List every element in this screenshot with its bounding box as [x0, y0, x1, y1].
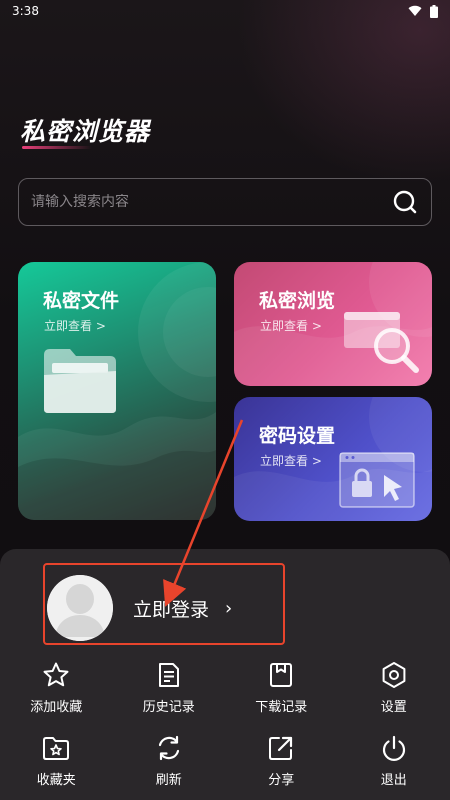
menu-item-label: 刷新: [155, 773, 182, 788]
menu-item-add-favorite[interactable]: 添加收藏: [0, 660, 113, 715]
search-input[interactable]: [31, 194, 391, 210]
download-icon: [266, 660, 296, 690]
title-underline: [22, 146, 92, 149]
refresh-icon: [154, 733, 184, 763]
menu-item-label: 历史记录: [142, 700, 195, 715]
browse-card-link[interactable]: 立即查看 >: [260, 317, 322, 334]
favorites-folder-icon: [41, 733, 71, 763]
private-browse-card[interactable]: 私密浏览 立即查看 >: [234, 262, 432, 386]
share-icon: [266, 733, 296, 763]
menu-grid: 添加收藏 历史记录 下载记录 设置 收藏夹 刷新 分享 退出: [0, 660, 450, 788]
folder-icon: [44, 349, 116, 413]
magnifier-browser-icon: [344, 312, 419, 373]
history-icon: [154, 660, 184, 690]
status-bar: 3:38: [0, 0, 450, 22]
menu-item-exit[interactable]: 退出: [338, 733, 450, 788]
search-bar[interactable]: [18, 178, 432, 226]
menu-item-label: 分享: [268, 773, 295, 788]
menu-item-refresh[interactable]: 刷新: [113, 733, 226, 788]
power-icon: [379, 733, 409, 763]
app-title: 私密浏览器: [20, 117, 151, 146]
menu-item-favorites[interactable]: 收藏夹: [0, 733, 113, 788]
menu-item-label: 下载记录: [255, 700, 308, 715]
menu-item-settings[interactable]: 设置: [338, 660, 450, 715]
wifi-icon: [408, 5, 422, 17]
password-settings-card[interactable]: 密码设置 立即查看 >: [234, 397, 432, 521]
menu-item-downloads[interactable]: 下载记录: [225, 660, 338, 715]
lock-window-icon: [339, 452, 415, 508]
login-label[interactable]: 立即登录: [133, 595, 209, 622]
menu-item-label: 退出: [380, 773, 407, 788]
password-card-link[interactable]: 立即查看 >: [260, 452, 322, 469]
menu-item-label: 添加收藏: [30, 700, 83, 715]
files-card-link[interactable]: 立即查看 >: [44, 317, 106, 334]
star-icon: [41, 660, 71, 690]
gear-icon: [379, 660, 409, 690]
search-icon[interactable]: [391, 188, 419, 216]
browse-card-title: 私密浏览: [259, 290, 336, 312]
menu-item-share[interactable]: 分享: [225, 733, 338, 788]
password-card-title: 密码设置: [259, 425, 336, 447]
default-avatar-icon: [47, 575, 113, 641]
menu-item-label: 收藏夹: [36, 773, 76, 788]
status-time: 3:38: [12, 4, 39, 18]
menu-item-label: 设置: [380, 700, 407, 715]
avatar[interactable]: [47, 575, 113, 641]
menu-item-history[interactable]: 历史记录: [113, 660, 226, 715]
chevron-right-icon[interactable]: ›: [225, 598, 232, 619]
battery-icon: [430, 4, 438, 18]
files-card-title: 私密文件: [43, 290, 120, 312]
login-entry[interactable]: 立即登录 ›: [47, 573, 307, 643]
private-files-card[interactable]: 私密文件 立即查看 >: [18, 262, 216, 520]
